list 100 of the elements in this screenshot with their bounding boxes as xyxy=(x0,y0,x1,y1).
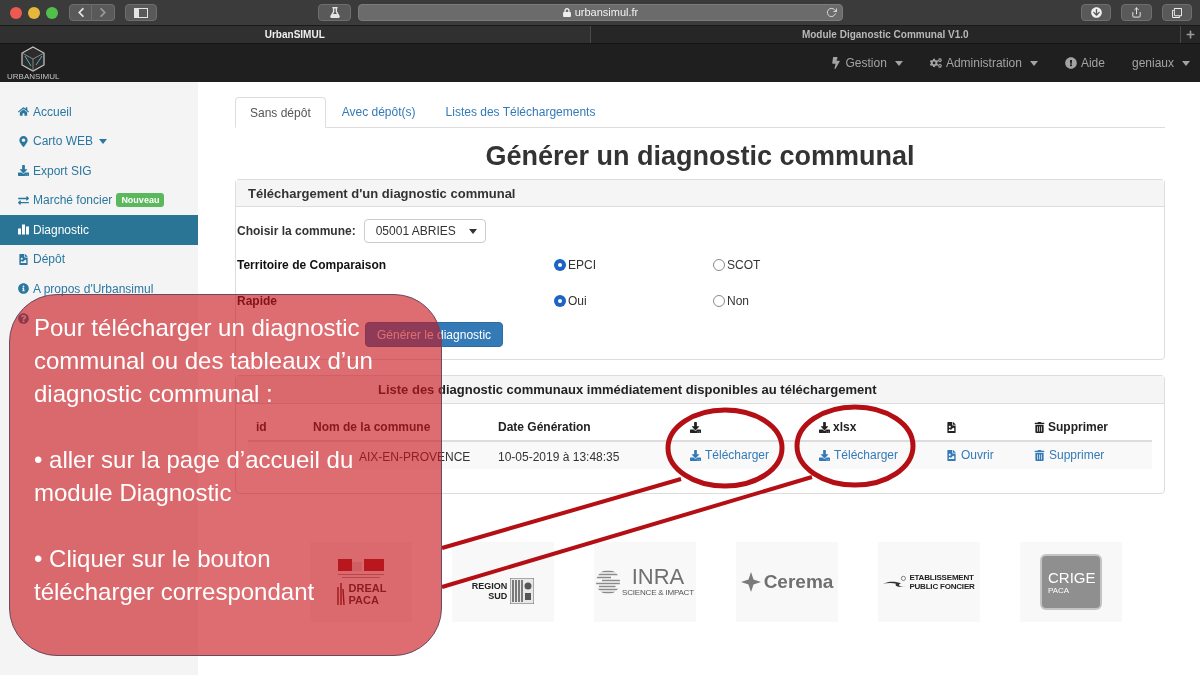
question-icon xyxy=(18,312,29,324)
bolt-icon xyxy=(829,57,842,69)
radio-label: Oui xyxy=(568,294,587,308)
striped-shield-icon xyxy=(510,578,535,604)
downloads-button[interactable] xyxy=(1081,4,1111,21)
back-button[interactable] xyxy=(69,4,92,21)
trash-icon xyxy=(1034,421,1045,433)
tab[interactable]: Avec dépôt(s) xyxy=(327,97,430,127)
chevron-left-icon xyxy=(76,7,85,18)
nav-menu-link[interactable]: Gestion xyxy=(829,56,903,70)
striped-globe-icon xyxy=(596,570,621,594)
new-badge: Nouveau xyxy=(116,193,165,208)
bar-chart-icon xyxy=(18,224,29,236)
table-link[interactable]: Télécharger xyxy=(819,448,899,462)
logo-text: PUBLIC FONCIER xyxy=(909,582,975,591)
radio-label: Non xyxy=(727,294,749,308)
table-link[interactable]: Télécharger xyxy=(690,448,770,462)
download-icon xyxy=(18,165,29,177)
zoom-window-button[interactable] xyxy=(46,6,58,19)
download-icon xyxy=(819,449,830,461)
gears-icon xyxy=(929,57,942,69)
sidebar-item[interactable]: Export SIG xyxy=(0,156,94,186)
table-cell: 10-05-2019 à 13:48:35 xyxy=(498,449,620,464)
callout-text: • aller sur la page d’accueil du module Diagnostic xyxy=(34,445,354,508)
sidebar-item[interactable]: Dépôt xyxy=(0,244,68,274)
sidebar-item[interactable]: A propos d'Urbansimul xyxy=(0,274,156,304)
radio-label: EPCI xyxy=(568,258,596,272)
brand-text: URBANSIMUL xyxy=(7,71,60,81)
commune-select[interactable]: 05001 ABRIES xyxy=(363,219,486,243)
file-icon xyxy=(18,253,29,265)
share-button[interactable] xyxy=(1121,4,1152,21)
download-icon xyxy=(819,421,830,433)
sidebar-icon xyxy=(134,7,148,18)
plus-icon xyxy=(1186,30,1195,39)
logo-text: REGION xyxy=(471,581,508,591)
address-text: urbansimul.fr xyxy=(574,6,639,19)
new-tab-button[interactable] xyxy=(1181,26,1200,43)
star-icon xyxy=(740,572,761,592)
radio-button[interactable] xyxy=(554,295,566,307)
logo-text: SCIENCE & IMPACT xyxy=(622,588,694,598)
address-field[interactable]: urbansimul.fr xyxy=(358,4,843,21)
browser-tab[interactable]: UrbanSIMUL xyxy=(0,26,591,43)
info-icon xyxy=(18,283,29,295)
logo-text: Cerema xyxy=(763,571,834,593)
overlapping-squares-icon xyxy=(1172,7,1182,18)
sidebar-item[interactable]: Carto WEB xyxy=(0,126,109,156)
nav-menu-link[interactable]: geniaux xyxy=(1131,56,1190,70)
callout-text: • Cliquer sur le bouton télécharger correspondant xyxy=(34,544,315,607)
column-header: id xyxy=(256,420,267,434)
vertical-strokes-icon xyxy=(335,582,346,605)
column-header: xlsx xyxy=(833,420,857,434)
home-icon xyxy=(18,106,29,118)
logo-text: INRA xyxy=(631,566,685,588)
table-link[interactable]: Supprimer xyxy=(1034,448,1105,462)
download-icon xyxy=(690,421,701,433)
minimize-window-button[interactable] xyxy=(28,6,40,19)
sidebar-item[interactable]: Diagnostic xyxy=(0,215,198,245)
tab[interactable]: Sans dépôt xyxy=(235,97,326,128)
exclamation-icon xyxy=(1064,57,1077,69)
sidebar-item[interactable]: Marché foncier Nouveau xyxy=(0,185,167,215)
download-icon xyxy=(690,449,701,461)
file-icon xyxy=(946,449,957,461)
radio-button[interactable] xyxy=(713,295,725,307)
page-heading: Générer un diagnostic communal xyxy=(484,140,916,173)
flask-icon xyxy=(329,7,340,18)
sidebar-button[interactable] xyxy=(125,4,157,21)
caret-icon xyxy=(468,228,477,234)
table-link[interactable]: Ouvrir xyxy=(946,448,994,462)
trash-icon xyxy=(1034,449,1045,461)
nav-menu-link[interactable]: Aide xyxy=(1064,56,1105,70)
reload-icon[interactable] xyxy=(826,7,837,18)
logo-text: PACA xyxy=(348,593,380,606)
logo-text: CRIGE xyxy=(1048,569,1096,586)
logo-text: DREAL xyxy=(348,581,387,594)
field-label: Choisir la commune: xyxy=(237,224,356,238)
radio-button[interactable] xyxy=(713,259,725,271)
download-icon xyxy=(1090,7,1102,18)
panel-title: Téléchargement d'un diagnostic communal xyxy=(248,185,516,201)
arrows-icon xyxy=(18,194,29,206)
field-label: Territoire de Comparaison xyxy=(237,258,387,272)
column-header: Supprimer xyxy=(1048,420,1108,434)
field-label: Rapide xyxy=(237,294,277,308)
swoosh-icon xyxy=(883,575,908,589)
sidebar-item[interactable]: Accueil xyxy=(0,97,74,127)
logo-text: SUD xyxy=(488,591,508,601)
flask-button[interactable] xyxy=(318,4,351,21)
browser-tab[interactable]: Module Diganostic Communal V1.0 xyxy=(590,26,1181,43)
logo-text: PACA xyxy=(1048,585,1071,595)
close-window-button[interactable] xyxy=(10,6,22,19)
lock-icon xyxy=(562,8,571,17)
file-icon xyxy=(946,421,957,433)
column-header: Date Génération xyxy=(498,420,591,434)
cube-logo-icon xyxy=(20,45,47,72)
radio-button[interactable] xyxy=(554,259,566,271)
logo-text: ETABLISSEMENT xyxy=(909,573,975,582)
nav-menu-link[interactable]: Administration xyxy=(929,56,1038,70)
tab[interactable]: Listes des Téléchargements xyxy=(431,97,610,127)
chevron-right-icon xyxy=(99,7,107,18)
tabs-overview-button[interactable] xyxy=(1162,4,1192,21)
map-pin-icon xyxy=(18,135,29,147)
